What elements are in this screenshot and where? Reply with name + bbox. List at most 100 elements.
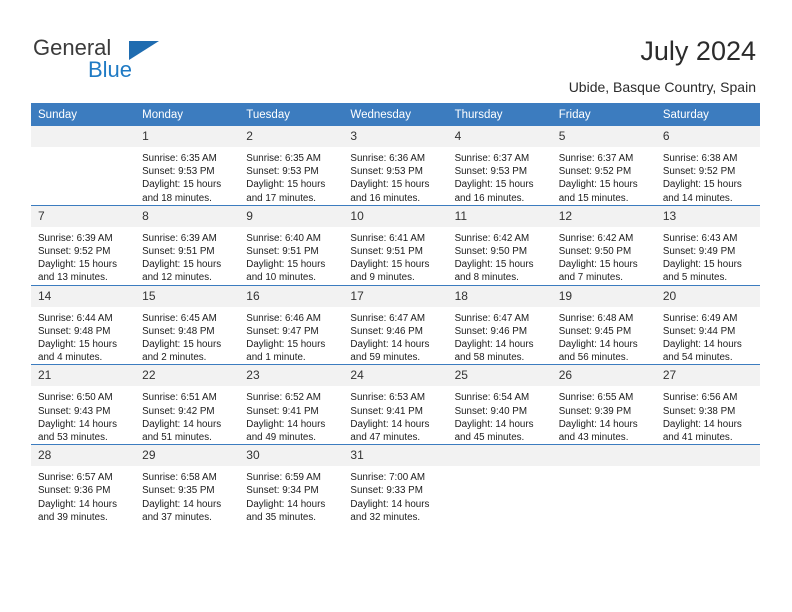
day-number: 2: [239, 126, 344, 147]
calendar-day-cell[interactable]: 29 Sunrise: 6:58 AM Sunset: 9:35 PM Dayligh…: [135, 444, 240, 525]
calendar-page: General Blue July 2024 Ubide, Basque Cou…: [0, 0, 792, 612]
calendar-day-cell[interactable]: 27 Sunrise: 6:56 AM Sunset: 9:38 PM Dayligh…: [655, 364, 760, 445]
daylight-text-line1: Daylight: 14 hours: [454, 339, 534, 351]
sunset-text: Sunset: 9:51 PM: [246, 246, 319, 258]
calendar-day-cell[interactable]: 18 Sunrise: 6:47 AM Sunset: 9:46 PM Dayligh…: [447, 284, 552, 365]
calendar-day-cell[interactable]: 17 Sunrise: 6:47 AM Sunset: 9:46 PM Dayligh…: [343, 284, 448, 365]
sunrise-text: Sunrise: 6:40 AM: [246, 232, 321, 244]
calendar-day-cell[interactable]: 14 Sunrise: 6:44 AM Sunset: 9:48 PM Dayligh…: [31, 284, 136, 365]
sunrise-text: Sunrise: 6:44 AM: [38, 312, 113, 324]
day-number: 22: [135, 365, 240, 387]
day-number: 4: [447, 126, 552, 147]
calendar-day-cell[interactable]: 5 Sunrise: 6:37 AM Sunset: 9:52 PM Daylight…: [551, 126, 656, 205]
daylight-text-line2: and 18 minutes.: [142, 192, 212, 204]
calendar-day-cell[interactable]: 8 Sunrise: 6:39 AM Sunset: 9:51 PM Daylight…: [135, 204, 240, 286]
daylight-text-line1: Daylight: 14 hours: [454, 418, 534, 430]
sunset-text: Sunset: 9:44 PM: [662, 325, 736, 337]
day-number: 15: [135, 285, 240, 307]
daylight-text-line2: and 2 minutes.: [142, 352, 207, 364]
calendar-header-row: Sunday Monday Tuesday Wednesday Thursday…: [31, 103, 760, 126]
weekday-header-thursday: Thursday: [447, 103, 552, 126]
day-number: 16: [239, 285, 344, 307]
sunset-text: Sunset: 9:34 PM: [246, 485, 319, 497]
brand-logo[interactable]: General Blue: [33, 36, 263, 86]
calendar-day-cell[interactable]: 16 Sunrise: 6:46 AM Sunset: 9:47 PM Dayligh…: [239, 284, 344, 365]
daylight-text-line2: and 9 minutes.: [350, 272, 415, 284]
sunset-text: Sunset: 9:53 PM: [350, 166, 423, 178]
brand-name-blue: Blue: [88, 57, 133, 82]
day-info: Sunrise: 6:35 AM Sunset: 9:53 PM Daylight:…: [239, 147, 343, 205]
day-number: 5: [551, 126, 656, 147]
sunrise-text: Sunrise: 6:37 AM: [558, 153, 634, 164]
daylight-text-line1: Daylight: 14 hours: [558, 418, 638, 430]
daylight-text-line1: Daylight: 14 hours: [558, 339, 638, 351]
day-number: 14: [31, 285, 136, 307]
day-number: 1: [135, 126, 240, 147]
sunset-text: Sunset: 9:48 PM: [38, 325, 111, 337]
calendar-day-cell[interactable]: 24 Sunrise: 6:53 AM Sunset: 9:41 PM Dayligh…: [343, 364, 448, 445]
calendar-day-cell-empty: [31, 126, 136, 205]
sunset-text: Sunset: 9:33 PM: [350, 485, 423, 497]
day-info: Sunrise: 6:46 AM Sunset: 9:47 PM Daylight:…: [239, 307, 343, 365]
calendar-day-cell[interactable]: 6 Sunrise: 6:38 AM Sunset: 9:52 PM Daylight…: [655, 126, 760, 205]
calendar-day-cell[interactable]: 21 Sunrise: 6:50 AM Sunset: 9:43 PM Dayligh…: [31, 364, 136, 445]
daylight-text-line2: and 49 minutes.: [246, 432, 316, 444]
calendar-day-cell[interactable]: 15 Sunrise: 6:45 AM Sunset: 9:48 PM Dayligh…: [135, 284, 240, 365]
calendar-day-cell[interactable]: 7 Sunrise: 6:39 AM Sunset: 9:52 PM Daylight…: [31, 204, 136, 286]
calendar-day-cell[interactable]: 20 Sunrise: 6:49 AM Sunset: 9:44 PM Dayligh…: [655, 284, 760, 365]
day-number: 11: [447, 205, 552, 227]
calendar-day-cell[interactable]: 30 Sunrise: 6:59 AM Sunset: 9:34 PM Dayligh…: [239, 444, 344, 525]
calendar-day-cell[interactable]: 1 Sunrise: 6:35 AM Sunset: 9:53 PM Daylight…: [135, 126, 240, 205]
calendar-day-cell[interactable]: 10 Sunrise: 6:41 AM Sunset: 9:51 PM Dayligh…: [343, 204, 448, 286]
sunrise-text: Sunrise: 6:53 AM: [350, 392, 426, 404]
sunrise-text: Sunrise: 6:35 AM: [246, 153, 321, 164]
day-number: 10: [343, 205, 448, 227]
calendar-day-cell[interactable]: 4 Sunrise: 6:37 AM Sunset: 9:53 PM Daylight…: [447, 126, 552, 205]
sunset-text: Sunset: 9:42 PM: [142, 405, 215, 417]
daylight-text-line2: and 17 minutes.: [246, 192, 316, 204]
sunrise-text: Sunrise: 6:47 AM: [350, 312, 426, 324]
sunrise-text: Sunrise: 6:48 AM: [558, 312, 634, 324]
calendar-day-cell[interactable]: 31 Sunrise: 7:00 AM Sunset: 9:33 PM Dayligh…: [343, 444, 448, 525]
day-info: Sunrise: 6:41 AM Sunset: 9:51 PM Daylight:…: [343, 227, 447, 285]
calendar-day-cell[interactable]: 23 Sunrise: 6:52 AM Sunset: 9:41 PM Dayligh…: [239, 364, 344, 445]
daylight-text-line1: Daylight: 15 hours: [38, 259, 117, 271]
calendar-day-cell[interactable]: 2 Sunrise: 6:35 AM Sunset: 9:53 PM Daylight…: [239, 126, 344, 205]
calendar-day-cell[interactable]: 19 Sunrise: 6:48 AM Sunset: 9:45 PM Dayligh…: [551, 284, 656, 365]
day-number: [551, 445, 656, 467]
daylight-text-line2: and 58 minutes.: [454, 352, 525, 364]
day-number: 29: [135, 445, 240, 467]
daylight-text-line1: Daylight: 15 hours: [38, 339, 117, 351]
daylight-text-line2: and 39 minutes.: [38, 511, 108, 523]
day-info: Sunrise: 6:42 AM Sunset: 9:50 PM Daylight:…: [448, 227, 552, 285]
sunrise-text: Sunrise: 6:41 AM: [350, 232, 426, 244]
calendar-day-cell[interactable]: 22 Sunrise: 6:51 AM Sunset: 9:42 PM Dayligh…: [135, 364, 240, 445]
daylight-text-line1: Daylight: 15 hours: [662, 259, 742, 271]
calendar-day-cell[interactable]: 25 Sunrise: 6:54 AM Sunset: 9:40 PM Dayligh…: [447, 364, 552, 445]
calendar-day-cell[interactable]: 26 Sunrise: 6:55 AM Sunset: 9:39 PM Dayligh…: [551, 364, 656, 445]
day-info: Sunrise: 6:56 AM Sunset: 9:38 PM Daylight:…: [656, 386, 760, 444]
day-number: 9: [239, 205, 344, 227]
calendar-day-cell[interactable]: 3 Sunrise: 6:36 AM Sunset: 9:53 PM Daylight…: [343, 126, 448, 205]
sunrise-text: Sunrise: 6:54 AM: [454, 392, 530, 404]
daylight-text-line1: Daylight: 15 hours: [246, 259, 326, 271]
calendar-day-cell[interactable]: 11 Sunrise: 6:42 AM Sunset: 9:50 PM Dayligh…: [447, 204, 552, 286]
daylight-text-line1: Daylight: 15 hours: [558, 259, 638, 271]
day-info: Sunrise: 6:44 AM Sunset: 9:48 PM Daylight:…: [31, 307, 135, 365]
sunrise-text: Sunrise: 7:00 AM: [350, 472, 426, 484]
day-info: Sunrise: 6:45 AM Sunset: 9:48 PM Daylight:…: [135, 307, 239, 365]
sunset-text: Sunset: 9:52 PM: [38, 246, 111, 258]
sunrise-text: Sunrise: 6:38 AM: [662, 153, 738, 164]
calendar-day-cell[interactable]: 12 Sunrise: 6:42 AM Sunset: 9:50 PM Dayligh…: [551, 204, 656, 286]
calendar-day-cell[interactable]: 9 Sunrise: 6:40 AM Sunset: 9:51 PM Daylight…: [239, 204, 344, 286]
weekday-header-row: Sunday Monday Tuesday Wednesday Thursday…: [31, 103, 760, 126]
calendar-day-cell[interactable]: 28 Sunrise: 6:57 AM Sunset: 9:36 PM Dayligh…: [31, 444, 136, 525]
sunset-text: Sunset: 9:46 PM: [454, 325, 527, 337]
sunset-text: Sunset: 9:46 PM: [350, 325, 423, 337]
sunrise-text: Sunrise: 6:43 AM: [662, 232, 738, 244]
calendar-day-cell[interactable]: 13 Sunrise: 6:43 AM Sunset: 9:49 PM Dayligh…: [655, 204, 760, 286]
daylight-text-line1: Daylight: 15 hours: [350, 259, 430, 271]
sunrise-text: Sunrise: 6:39 AM: [142, 232, 217, 244]
day-info: Sunrise: 6:39 AM Sunset: 9:51 PM Daylight:…: [135, 227, 239, 285]
sunrise-text: Sunrise: 6:57 AM: [38, 472, 113, 484]
